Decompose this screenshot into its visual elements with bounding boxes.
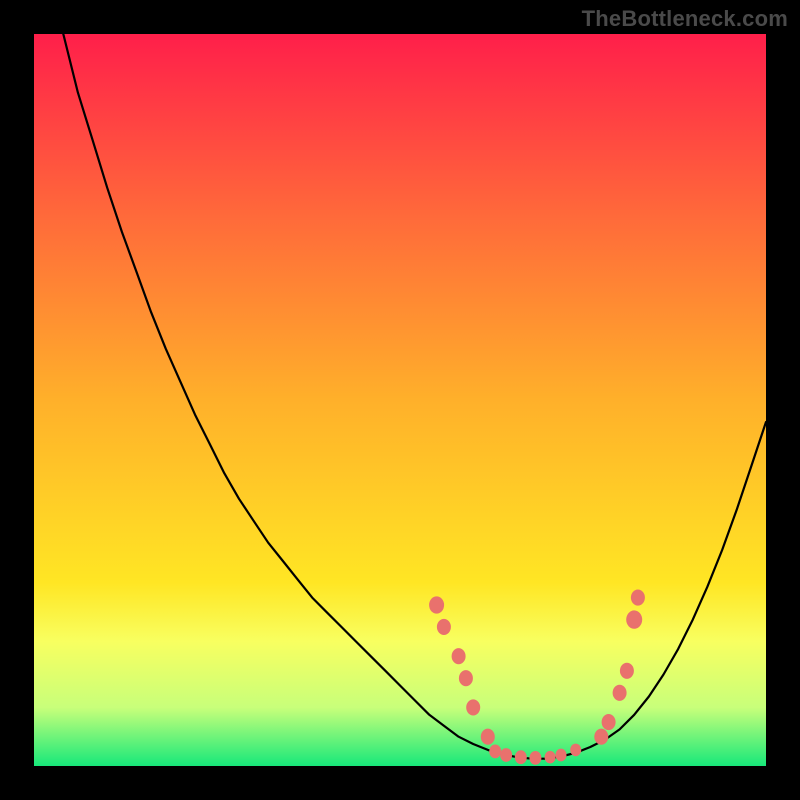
- data-marker: [626, 610, 642, 628]
- bottleneck-curve: [34, 34, 766, 759]
- data-marker: [620, 663, 634, 679]
- chart-svg: [34, 34, 766, 766]
- data-marker: [459, 670, 473, 686]
- data-marker: [556, 749, 567, 762]
- data-marker: [594, 729, 608, 745]
- data-marker: [515, 750, 527, 764]
- data-marker: [437, 619, 451, 635]
- data-marker: [529, 751, 541, 765]
- data-marker: [452, 648, 466, 664]
- data-marker: [545, 751, 556, 764]
- data-marker: [570, 744, 581, 757]
- data-marker: [500, 748, 512, 762]
- data-marker: [466, 699, 480, 715]
- data-marker: [631, 590, 645, 606]
- data-marker: [602, 714, 616, 730]
- data-marker: [613, 685, 627, 701]
- data-marker: [481, 729, 495, 745]
- data-marker: [429, 596, 444, 613]
- data-marker: [489, 745, 501, 759]
- plot-area: [34, 34, 766, 766]
- watermark-text: TheBottleneck.com: [582, 6, 788, 32]
